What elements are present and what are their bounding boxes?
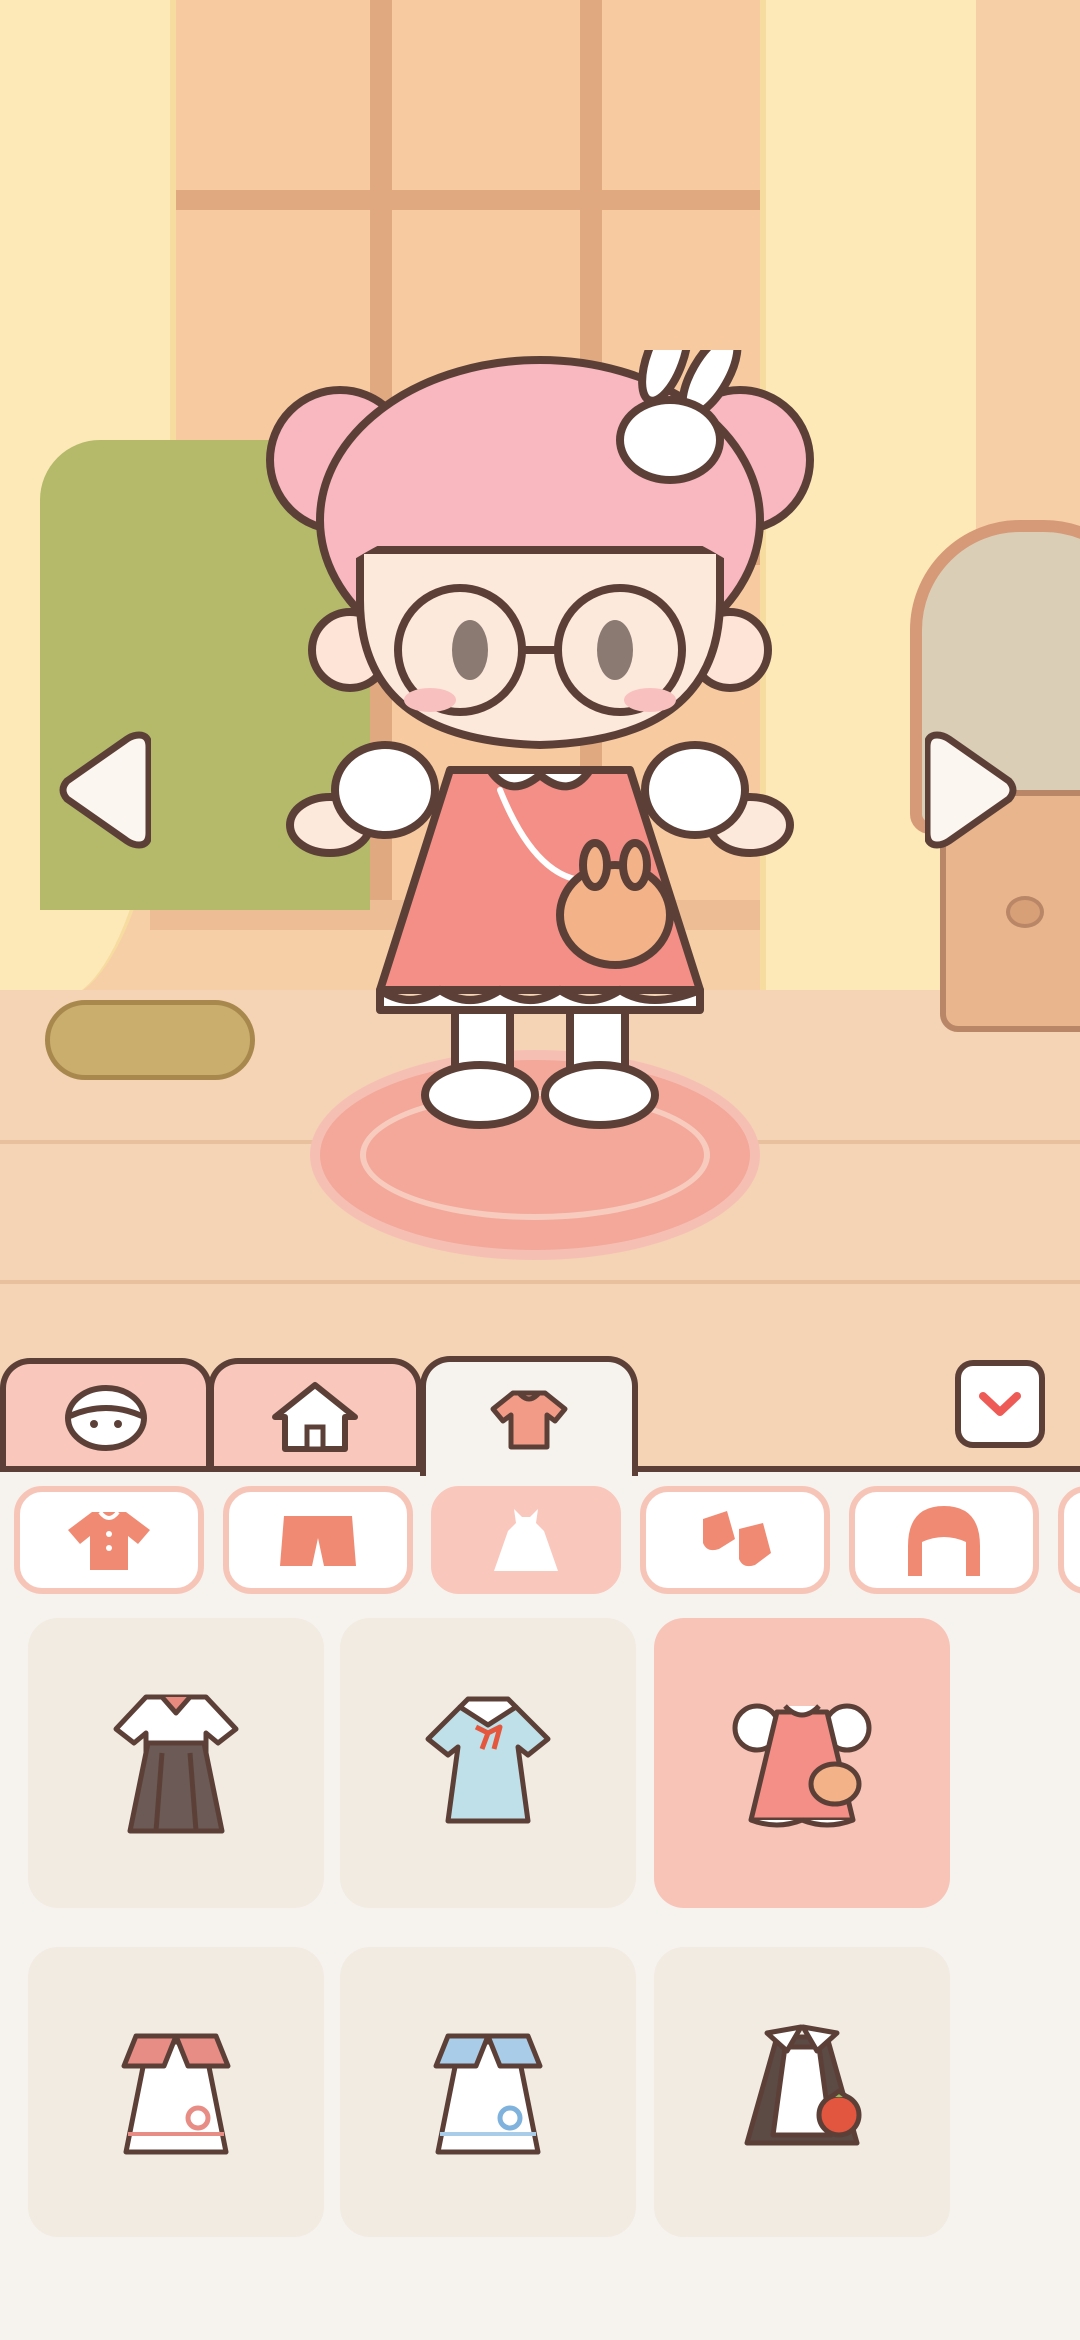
outfit-card-maid-strawberry-dress[interactable] <box>654 1947 950 2237</box>
outfit-card-school-uniform[interactable] <box>28 1618 324 1908</box>
blue-flower-dress-icon <box>433 2033 543 2155</box>
chevron-down-icon <box>979 1392 1021 1416</box>
outfit-card-red-flower-dress[interactable] <box>28 1947 324 2237</box>
arrow-left-button[interactable] <box>55 725 151 855</box>
room-scene <box>0 0 1080 1470</box>
category-socks[interactable] <box>640 1486 830 1594</box>
dress-icon <box>494 1509 558 1571</box>
outfit-card-blue-sailor-dress[interactable] <box>340 1618 636 1908</box>
shirt-icon <box>490 1390 568 1450</box>
shirt-icon <box>68 1510 150 1570</box>
category-tops[interactable] <box>14 1486 204 1594</box>
maid-strawberry-dress-icon <box>744 2024 862 2146</box>
socks-icon <box>703 1511 771 1567</box>
hair-icon <box>908 1506 980 1576</box>
category-hair[interactable] <box>849 1486 1039 1594</box>
pink-bunny-dress-icon <box>732 1703 872 1828</box>
character[interactable] <box>240 350 840 1150</box>
tab-home[interactable] <box>208 1358 422 1470</box>
red-flower-dress-icon <box>121 2033 231 2155</box>
house-icon <box>272 1382 358 1452</box>
collapse-button[interactable] <box>955 1360 1045 1448</box>
category-dresses[interactable] <box>431 1486 621 1594</box>
tab-clothes[interactable] <box>420 1356 638 1476</box>
outfit-card-blue-flower-dress[interactable] <box>340 1947 636 2237</box>
blue-sailor-dress-icon <box>425 1696 551 1824</box>
face-icon <box>65 1385 147 1451</box>
window-frame <box>150 190 810 210</box>
outfit-card-pink-bunny-dress[interactable] <box>654 1618 950 1908</box>
category-more[interactable] <box>1058 1486 1080 1594</box>
arrow-right-button[interactable] <box>925 725 1021 855</box>
school-uniform-icon <box>113 1694 239 1834</box>
socks-on-floor <box>45 1000 255 1080</box>
tab-face[interactable] <box>0 1358 212 1470</box>
category-bottoms[interactable] <box>223 1486 413 1594</box>
shorts-icon <box>280 1516 356 1566</box>
